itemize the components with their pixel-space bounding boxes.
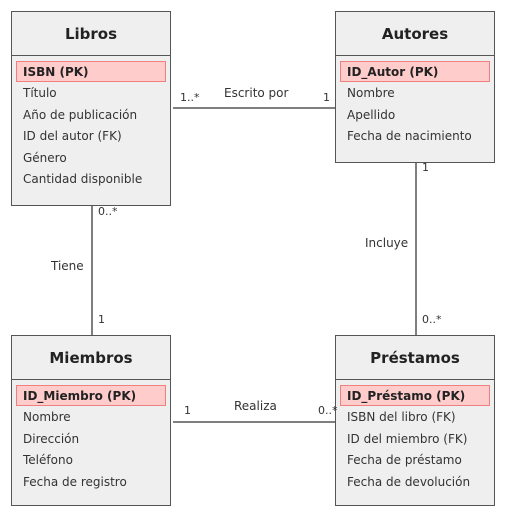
entity-title: Autores [336, 12, 494, 56]
attribute: Cantidad disponible [23, 172, 143, 187]
attribute: Fecha de préstamo [347, 453, 462, 468]
multiplicity-autores-prestamos: 1 [422, 161, 429, 174]
entity-autores[interactable]: Autores ID_Autor (PK) Nombre Apellido Fe… [335, 11, 495, 163]
attribute: Título [23, 86, 57, 100]
attribute: ID del autor (FK) [23, 129, 122, 144]
entity-libros[interactable]: Libros ISBN (PK) Título Año de publicaci… [11, 11, 171, 206]
multiplicity-autores-libros: 1 [323, 91, 330, 104]
relationship-label-realiza: Realiza [234, 399, 277, 413]
attribute: Fecha de registro [23, 474, 127, 489]
entity-miembros[interactable]: Miembros ID_Miembro (PK) Nombre Direcció… [11, 335, 171, 506]
primary-key: ID_Miembro (PK) [16, 385, 166, 406]
multiplicity-miembros-libros: 1 [98, 313, 105, 326]
attribute: Teléfono [23, 453, 73, 468]
attribute: ISBN del libro (FK) [347, 410, 456, 424]
entity-title: Libros [12, 12, 170, 56]
relationship-label-escrito-por: Escrito por [224, 86, 289, 100]
entity-title: Préstamos [336, 336, 494, 380]
attribute: Apellido [347, 107, 396, 122]
attribute: Género [23, 150, 67, 165]
attribute: Año de publicación [23, 107, 138, 122]
primary-key: ID_Autor (PK) [340, 61, 490, 82]
relationship-label-incluye: Incluye [365, 236, 409, 250]
primary-key: ID_Préstamo (PK) [340, 385, 490, 406]
attribute: Dirección [23, 431, 80, 446]
multiplicity-prestamos-autores: 0..* [422, 313, 442, 326]
entity-title: Miembros [12, 336, 170, 380]
multiplicity-libros-autores: 1..* [180, 91, 200, 104]
attribute: Fecha de devolución [347, 474, 471, 489]
multiplicity-libros-miembros: 0..* [98, 205, 118, 218]
relationship-label-tiene: Tiene [51, 259, 84, 273]
multiplicity-prestamos-miembros: 0..* [318, 404, 338, 417]
attribute: Nombre [347, 86, 395, 100]
entity-prestamos[interactable]: Préstamos ID_Préstamo (PK) ISBN del libr… [335, 335, 495, 506]
attribute: Nombre [23, 410, 71, 424]
primary-key: ISBN (PK) [16, 61, 166, 82]
attribute: Fecha de nacimiento [347, 129, 472, 144]
attribute: ID del miembro (FK) [347, 431, 468, 446]
multiplicity-miembros-prestamos: 1 [184, 404, 191, 417]
